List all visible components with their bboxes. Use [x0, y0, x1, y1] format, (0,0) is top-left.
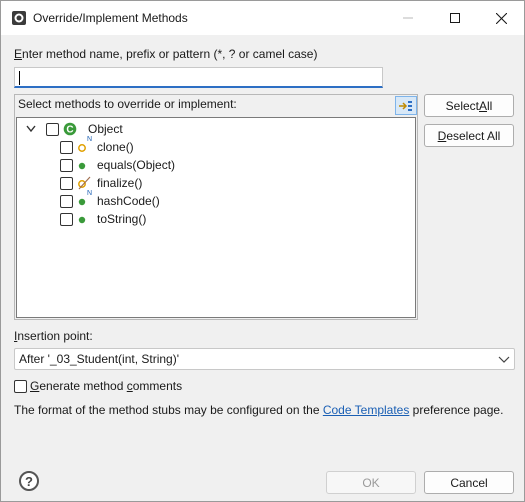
native-marker: N [87, 190, 93, 197]
sort-members-icon[interactable] [395, 96, 417, 115]
text-caret [19, 71, 20, 85]
methods-panel: C Object N clone() equals(Object) finali… [14, 94, 418, 320]
root-label: Object [88, 122, 123, 136]
help-icon: ? [25, 473, 33, 489]
list-item[interactable]: toString() [60, 210, 146, 228]
method-label: equals(Object) [97, 158, 176, 172]
minimize-icon [403, 17, 413, 19]
list-item[interactable]: N hashCode() [60, 190, 160, 210]
tree-root-row[interactable]: C Object [25, 120, 123, 138]
help-button[interactable]: ? [19, 471, 39, 491]
root-checkbox[interactable] [46, 122, 59, 136]
title-bar: Override/Implement Methods [1, 1, 524, 35]
public-method-icon [77, 158, 93, 172]
list-item[interactable]: finalize() [60, 174, 142, 192]
deselect-all-button[interactable]: Deselect All [424, 124, 514, 147]
method-checkbox[interactable] [60, 194, 73, 208]
list-item[interactable]: equals(Object) [60, 156, 175, 174]
svg-text:C: C [66, 125, 73, 136]
method-label: hashCode() [97, 194, 160, 208]
deprecated-method-icon [77, 176, 93, 190]
code-templates-link[interactable]: Code Templates [323, 403, 410, 417]
insertion-point-select[interactable]: After '_03_Student(int, String)' [14, 348, 515, 370]
method-checkbox[interactable] [60, 176, 73, 190]
method-checkbox[interactable] [60, 140, 73, 154]
window-title: Override/Implement Methods [33, 11, 188, 25]
ok-button[interactable]: OK [326, 471, 416, 494]
filter-label: Enter method name, prefix or pattern (*,… [14, 47, 318, 61]
maximize-button[interactable] [432, 1, 478, 35]
method-filter-input[interactable] [14, 67, 383, 88]
public-method-icon [77, 212, 93, 226]
generate-comments-label: Generate method comments [30, 379, 183, 393]
generate-comments-checkbox[interactable] [14, 379, 27, 393]
select-all-button[interactable]: Select All [424, 94, 514, 117]
methods-tree: C Object N clone() equals(Object) finali… [16, 117, 416, 318]
class-c-icon: C [63, 122, 77, 136]
cancel-button[interactable]: Cancel [424, 471, 514, 494]
method-checkbox[interactable] [60, 158, 73, 172]
info-text: The format of the method stubs may be co… [14, 403, 504, 417]
minimize-button[interactable] [385, 1, 431, 35]
list-item[interactable]: N clone() [60, 136, 134, 156]
method-checkbox[interactable] [60, 212, 73, 226]
method-label: toString() [97, 212, 147, 226]
method-label: finalize() [97, 176, 143, 190]
methods-label: Select methods to override or implement: [18, 97, 237, 111]
chevron-down-icon[interactable] [498, 354, 510, 368]
native-marker: N [87, 136, 93, 143]
generate-comments-row[interactable]: Generate method comments [14, 379, 182, 393]
insertion-point-label: Insertion point: [14, 329, 93, 343]
close-button[interactable] [478, 1, 524, 35]
chevron-down-icon[interactable] [25, 125, 37, 133]
close-icon [495, 12, 507, 24]
override-implement-dialog: Override/Implement Methods Enter method … [0, 0, 525, 502]
method-label: clone() [97, 140, 134, 154]
maximize-icon [450, 13, 460, 23]
eclipse-dialog-icon [11, 10, 27, 26]
protected-method-icon: N [77, 136, 93, 154]
public-method-icon: N [77, 190, 93, 208]
insertion-point-value: After '_03_Student(int, String)' [19, 352, 180, 366]
